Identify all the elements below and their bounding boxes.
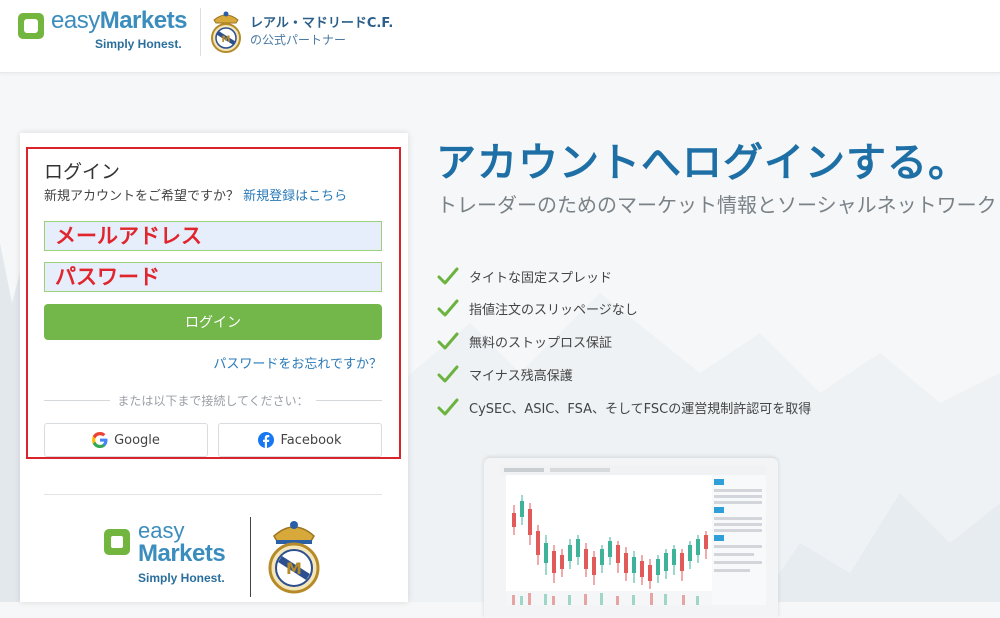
or-connect-label: または以下まで接続してください：	[117, 394, 309, 408]
check-icon	[437, 365, 459, 383]
hero-title: アカウントへログインする。	[436, 140, 969, 186]
signup-prompt: 新規アカウントをご希望ですか？ 新規登録はこちら	[44, 185, 347, 204]
google-login-button[interactable]: Google	[44, 423, 208, 457]
password-field[interactable]	[44, 262, 382, 292]
feature-text: CySEC、ASIC、FSA、そしてFSCの運営規制許認可を取得	[469, 401, 812, 417]
easymarkets-logo[interactable]: easyMarkets Simply Honest.	[18, 7, 188, 57]
site-header: easyMarkets Simply Honest. M レアル・マドリードC.…	[0, 0, 1000, 73]
feature-text: 指値注文のスリッページなし	[469, 302, 638, 318]
real-madrid-crest-large-icon: M	[268, 521, 320, 594]
partner-line-2: の公式パートナー	[250, 33, 347, 47]
email-field[interactable]	[44, 221, 382, 251]
check-icon	[437, 299, 459, 317]
svg-text:M: M	[286, 559, 302, 578]
facebook-button-label: Facebook	[280, 432, 342, 448]
check-icon	[437, 398, 459, 416]
signup-prompt-text: 新規アカウントをご希望ですか？	[44, 189, 240, 204]
login-button[interactable]: ログイン	[44, 304, 382, 340]
logo-wordmark: easyMarkets	[51, 7, 187, 34]
signup-link[interactable]: 新規登録はこちら	[243, 189, 347, 204]
card-logo-mark-icon	[104, 529, 130, 555]
facebook-login-button[interactable]: Facebook	[218, 423, 382, 457]
feature-item: マイナス残高保護	[437, 363, 573, 385]
google-icon	[92, 432, 108, 448]
card-logo-divider	[250, 517, 251, 597]
trading-platform-preview-image	[500, 465, 766, 605]
forgot-password-link[interactable]: パスワードをお忘れですか？	[213, 353, 382, 372]
hero-subtitle: トレーダーのためのマーケット情報とソーシャルネットワーク	[437, 193, 997, 217]
easymarkets-logo-mark-icon	[18, 13, 44, 39]
feature-item: タイトな固定スプレッド	[437, 265, 612, 287]
logo-tagline: Simply Honest.	[95, 37, 182, 51]
svg-text:M: M	[222, 35, 231, 45]
facebook-icon	[258, 432, 275, 448]
feature-text: 無料のストップロス保証	[469, 335, 613, 351]
card-logo-word-2: Markets	[138, 540, 226, 567]
card-divider	[44, 494, 382, 495]
feature-text: マイナス残高保護	[469, 368, 573, 384]
feature-text: タイトな固定スプレッド	[469, 270, 613, 286]
feature-item: 指値注文のスリッページなし	[437, 297, 638, 319]
login-title: ログイン	[44, 161, 121, 183]
real-madrid-crest-icon: M	[211, 11, 241, 53]
card-logo-tagline: Simply Honest.	[138, 571, 225, 585]
feature-item: CySEC、ASIC、FSA、そしてFSCの運営規制許認可を取得	[437, 396, 811, 418]
feature-item: 無料のストップロス保証	[437, 330, 612, 352]
card-easymarkets-logo: easy Markets Simply Honest.	[104, 518, 244, 590]
header-divider	[200, 8, 201, 56]
google-button-label: Google	[114, 432, 160, 448]
check-icon	[437, 267, 459, 285]
partner-line-1: レアル・マドリードC.F.	[250, 16, 394, 31]
check-icon	[437, 332, 459, 350]
